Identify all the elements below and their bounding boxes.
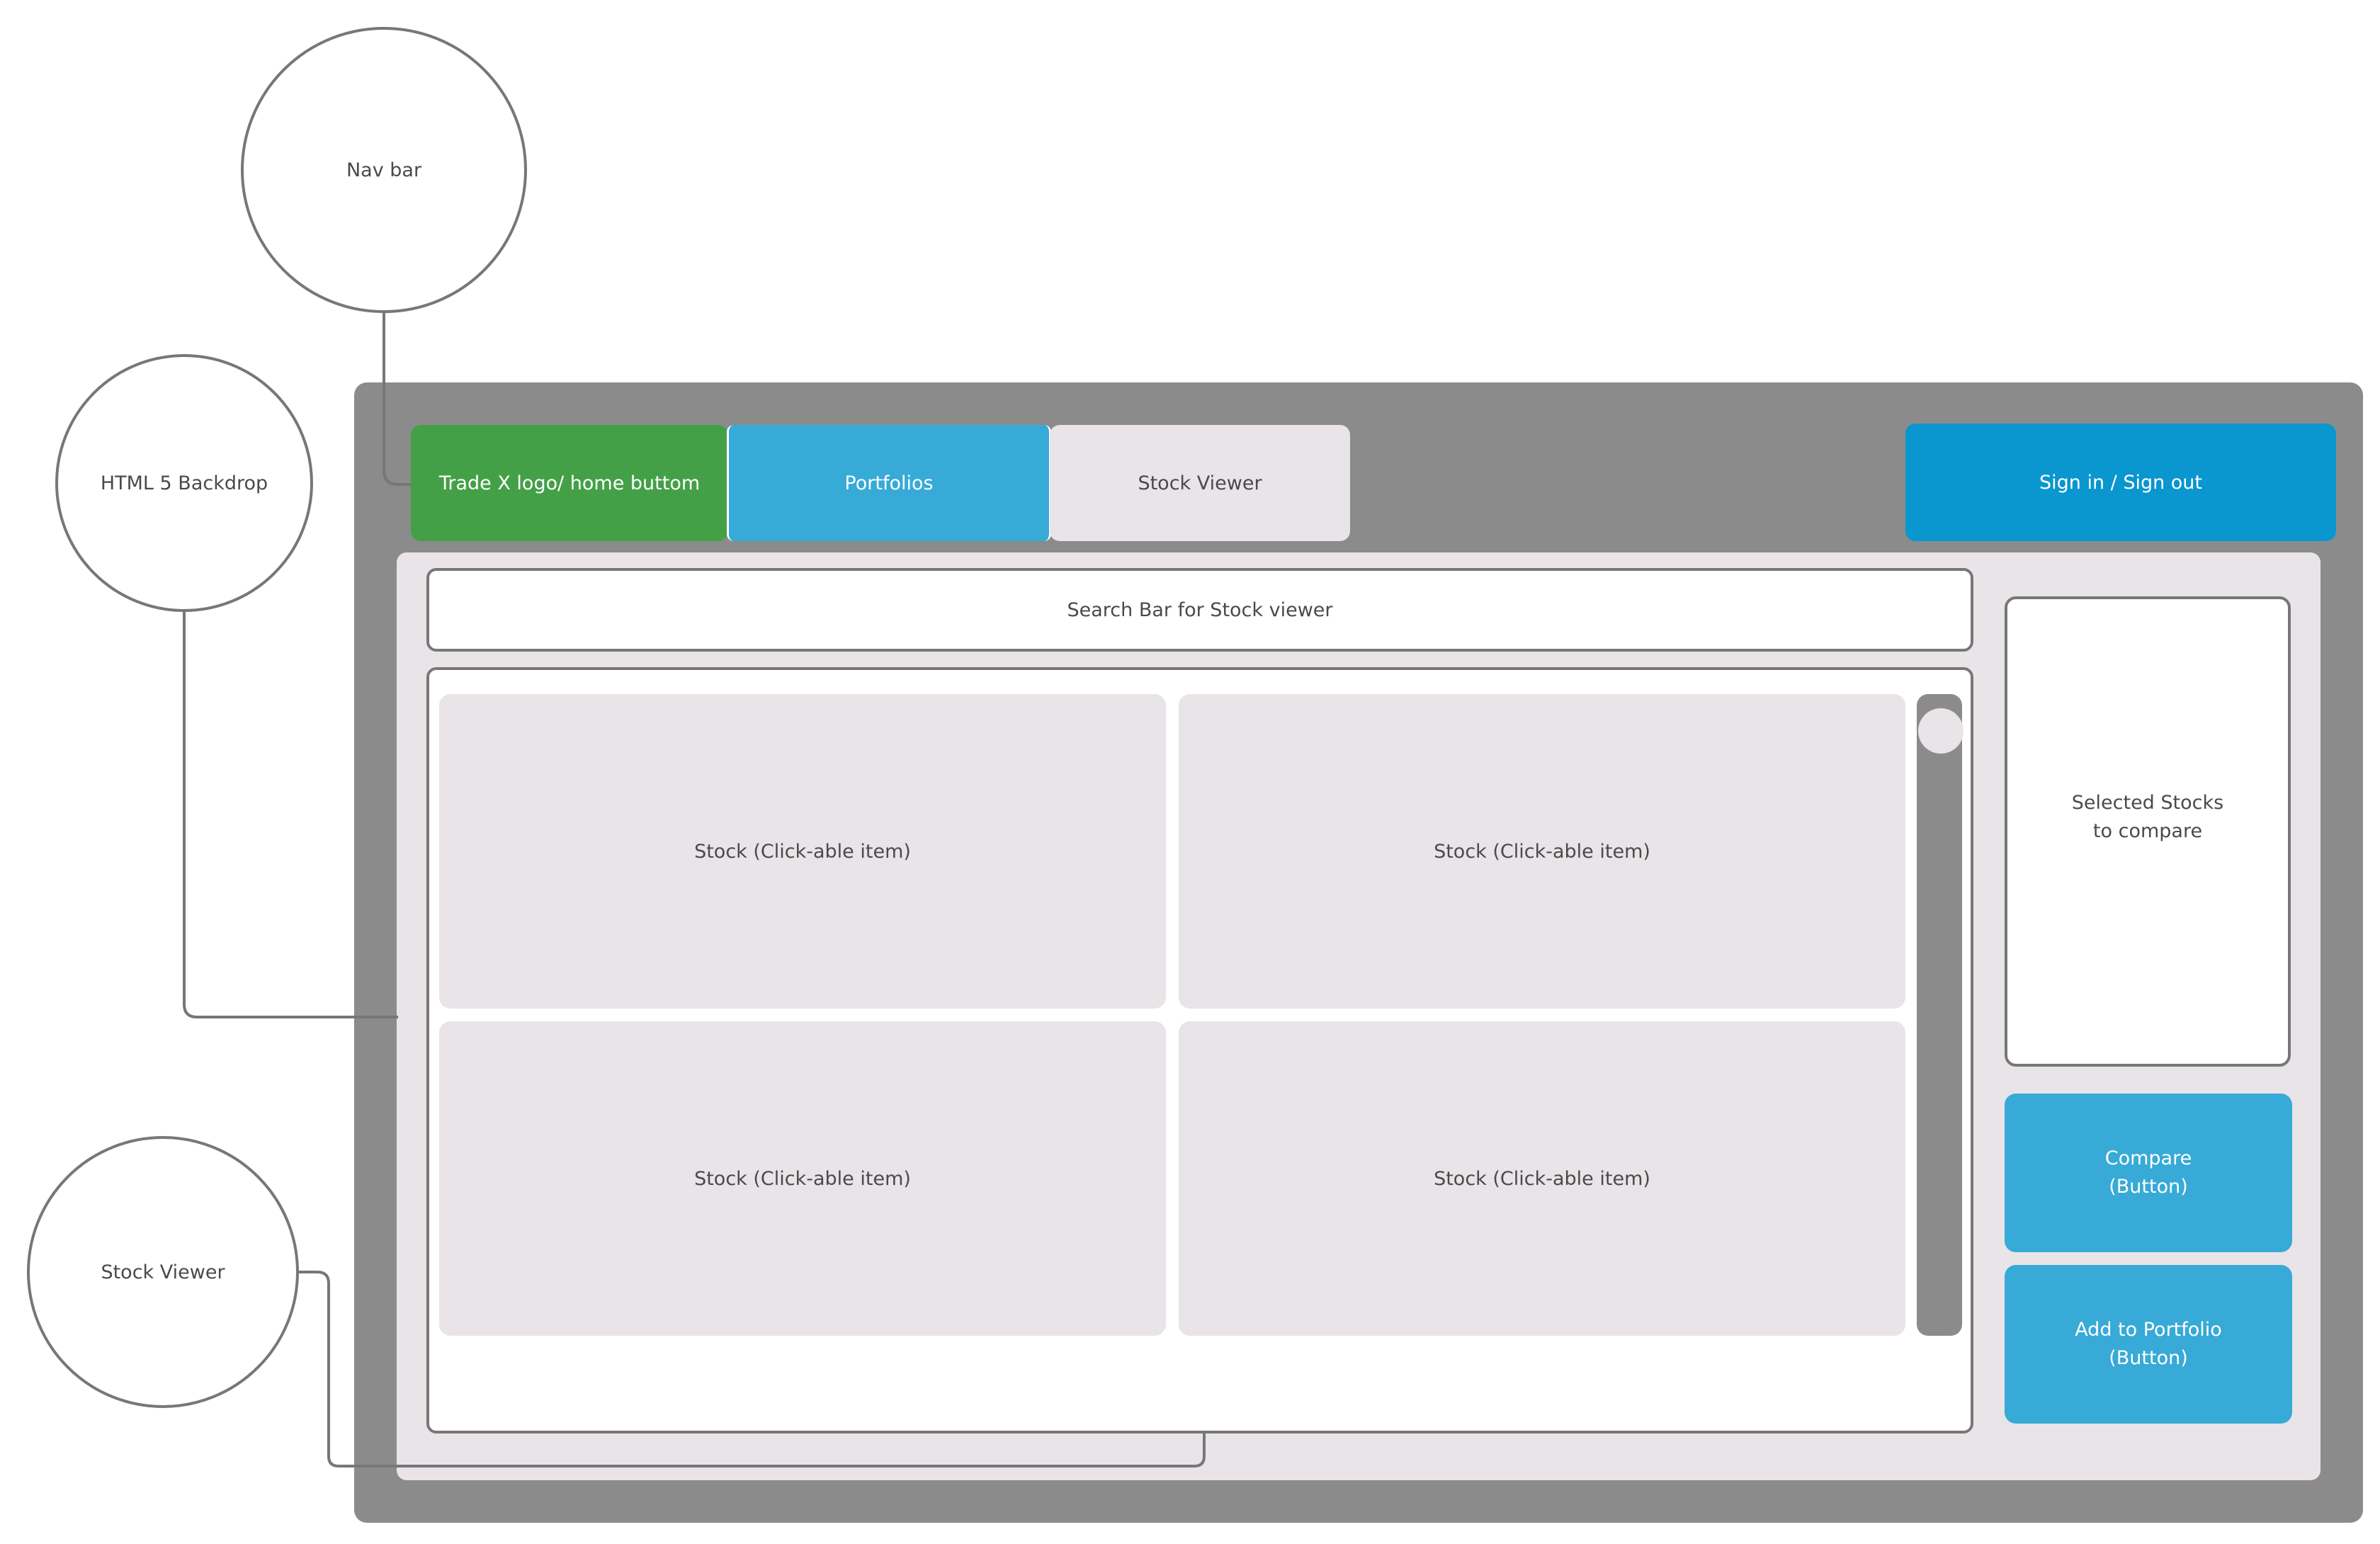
home-logo-button[interactable]: Trade X logo/ home buttom bbox=[411, 425, 728, 541]
stock-item-label: Stock (Click-able item) bbox=[1434, 1167, 1650, 1190]
selected-stocks-label: Selected Stocks to compare bbox=[2071, 792, 2224, 842]
stock-item-label: Stock (Click-able item) bbox=[694, 1167, 911, 1190]
add-to-portfolio-button[interactable]: Add to Portfolio (Button) bbox=[2005, 1265, 2292, 1424]
backdrop-callout: HTML 5 Backdrop bbox=[55, 354, 313, 612]
home-logo-button-label: Trade X logo/ home buttom bbox=[438, 472, 701, 494]
stock-item[interactable]: Stock (Click-able item) bbox=[1179, 694, 1905, 1009]
sign-in-out-button[interactable]: Sign in / Sign out bbox=[1905, 424, 2336, 541]
stock-item[interactable]: Stock (Click-able item) bbox=[1179, 1021, 1905, 1336]
scrollbar-track[interactable] bbox=[1917, 694, 1962, 1336]
nav-bar-callout-label: Nav bar bbox=[346, 159, 422, 181]
stock-item[interactable]: Stock (Click-able item) bbox=[439, 1021, 1166, 1336]
compare-button-label: Compare (Button) bbox=[2104, 1147, 2192, 1198]
selected-stocks-box: Selected Stocks to compare bbox=[2005, 596, 2291, 1067]
scrollbar-thumb[interactable] bbox=[1918, 708, 1964, 754]
portfolios-tab-label: Portfolios bbox=[844, 472, 934, 494]
stock-item-label: Stock (Click-able item) bbox=[1434, 840, 1650, 863]
search-bar-label: Search Bar for Stock viewer bbox=[1067, 598, 1333, 621]
search-bar[interactable]: Search Bar for Stock viewer bbox=[426, 568, 1973, 652]
stock-viewer-tab[interactable]: Stock Viewer bbox=[1050, 425, 1350, 541]
add-to-portfolio-button-label: Add to Portfolio (Button) bbox=[2075, 1319, 2222, 1369]
stock-item-label: Stock (Click-able item) bbox=[694, 840, 911, 863]
stock-viewer-callout-label: Stock Viewer bbox=[101, 1261, 225, 1283]
compare-button[interactable]: Compare (Button) bbox=[2005, 1094, 2292, 1252]
sign-in-out-button-label: Sign in / Sign out bbox=[2039, 471, 2203, 494]
stock-viewer-tab-label: Stock Viewer bbox=[1138, 472, 1262, 494]
portfolios-tab[interactable]: Portfolios bbox=[727, 425, 1051, 541]
stock-viewer-callout: Stock Viewer bbox=[27, 1136, 299, 1408]
stock-item[interactable]: Stock (Click-able item) bbox=[439, 694, 1166, 1009]
backdrop-callout-label: HTML 5 Backdrop bbox=[100, 472, 268, 494]
nav-bar-callout: Nav bar bbox=[241, 27, 527, 313]
